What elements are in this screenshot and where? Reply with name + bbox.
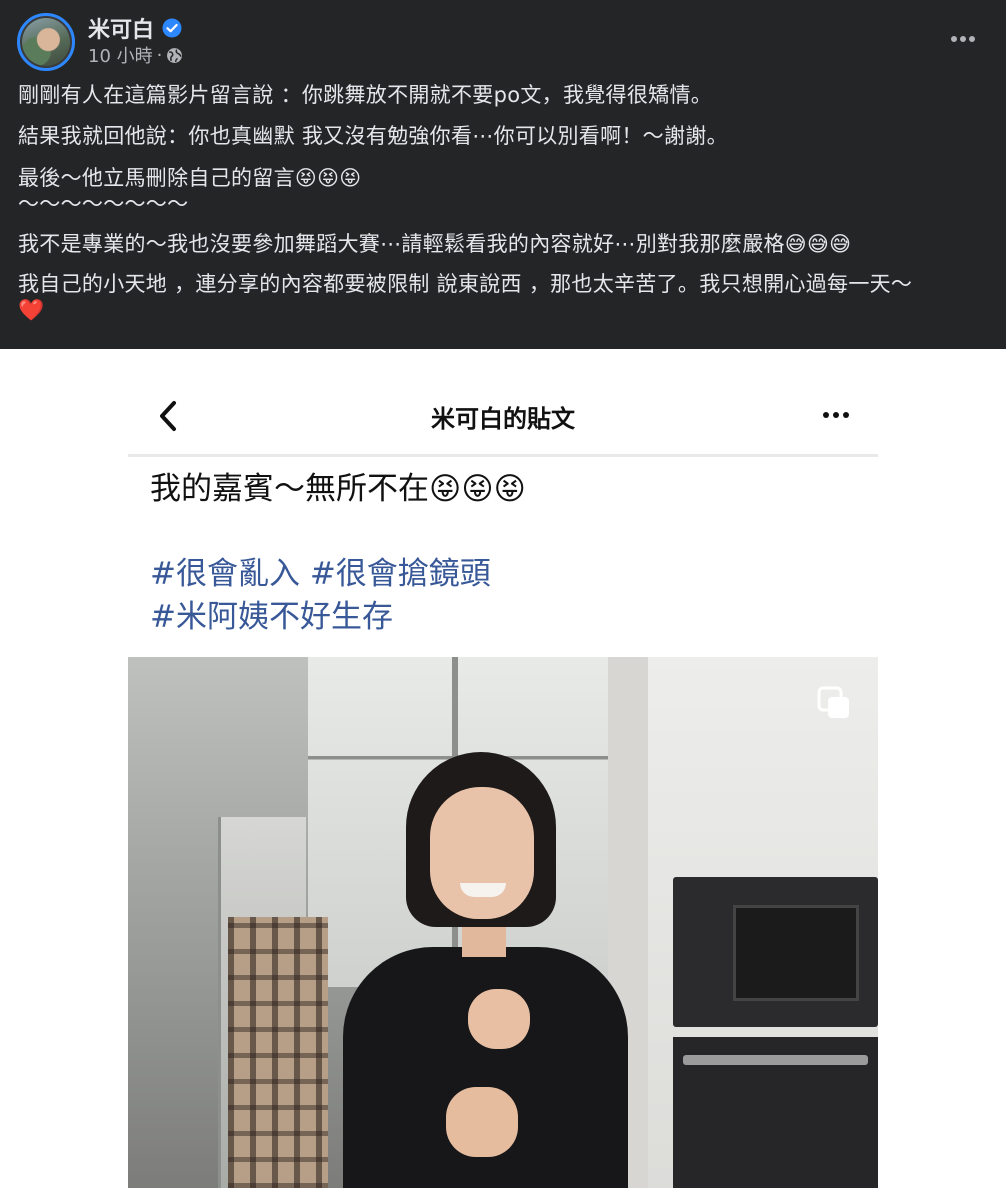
post-author[interactable]: 米可白 (88, 12, 182, 44)
post-line: 剛剛有人在這篇影片留言說 ：你跳舞放不開就不要po文，我覺得很矯情。 (18, 83, 713, 107)
attached-screenshot[interactable]: 米可白的貼文 我的嘉賓～無所不在😝😝😝 #很會亂入 #很會搶鏡頭 #米阿姨不好生… (0, 349, 1006, 1188)
meta-separator: · (156, 44, 163, 66)
avatar[interactable] (17, 13, 75, 71)
more-options-icon[interactable] (948, 27, 978, 51)
post-line: ～～～～～～～～ (18, 191, 189, 216)
video-frame (128, 657, 878, 1188)
screenshot-title: 米可白的貼文 (431, 405, 575, 433)
video-person-fist (468, 989, 530, 1049)
facebook-post: 米可白 10 小時 · 剛剛有人在這篇影片留言說 ：你跳舞放不開就不要po文，我… (0, 0, 1006, 349)
video-person-smile (460, 883, 506, 897)
author-name[interactable]: 米可白 (88, 12, 154, 44)
video-microwave (673, 877, 878, 1027)
screenshot-header: 米可白的貼文 (128, 349, 878, 457)
copy-stack-icon (817, 686, 849, 718)
post-time[interactable]: 10 小時 (88, 42, 153, 68)
globe-icon[interactable] (166, 47, 183, 64)
hashtags: #很會亂入 #很會搶鏡頭 #米阿姨不好生存 (150, 553, 491, 640)
post-line: 我不是專業的～我也沒要參加舞蹈大賽⋯請輕鬆看我的內容就好⋯別對我那麼嚴格😅😅😅 (18, 232, 852, 256)
video-plaid-bag (228, 917, 328, 1188)
post-line: 最後～他立馬刪除自己的留言😝😝😝 (18, 165, 362, 190)
screenshot-caption: 我的嘉賓～無所不在😝😝😝 (150, 471, 526, 507)
post-meta: 10 小時 · (88, 42, 183, 68)
hashtag-line: #很會亂入 #很會搶鏡頭 (150, 556, 491, 592)
post-text: 剛剛有人在這篇影片留言說 ：你跳舞放不開就不要po文，我覺得很矯情。 結果我就回… (18, 82, 993, 323)
hashtag-line: #米阿姨不好生存 (150, 599, 393, 636)
post-line: 我自己的小天地 ，連分享的內容都要被限制 說東說西 ，那也太辛苦了。我只想開心過… (18, 272, 913, 297)
heart-emoji: ❤️ (18, 297, 45, 322)
verified-badge-icon (162, 18, 182, 38)
avatar-photo (22, 18, 70, 66)
more-horizontal-icon (823, 412, 849, 418)
video-person-face (430, 787, 534, 919)
post-line: 結果我就回他說：你也真幽默 我又沒有勉強你看⋯你可以別看啊！～謝謝。 (18, 124, 728, 149)
video-person-fist (446, 1087, 518, 1157)
video-oven (673, 1037, 878, 1188)
